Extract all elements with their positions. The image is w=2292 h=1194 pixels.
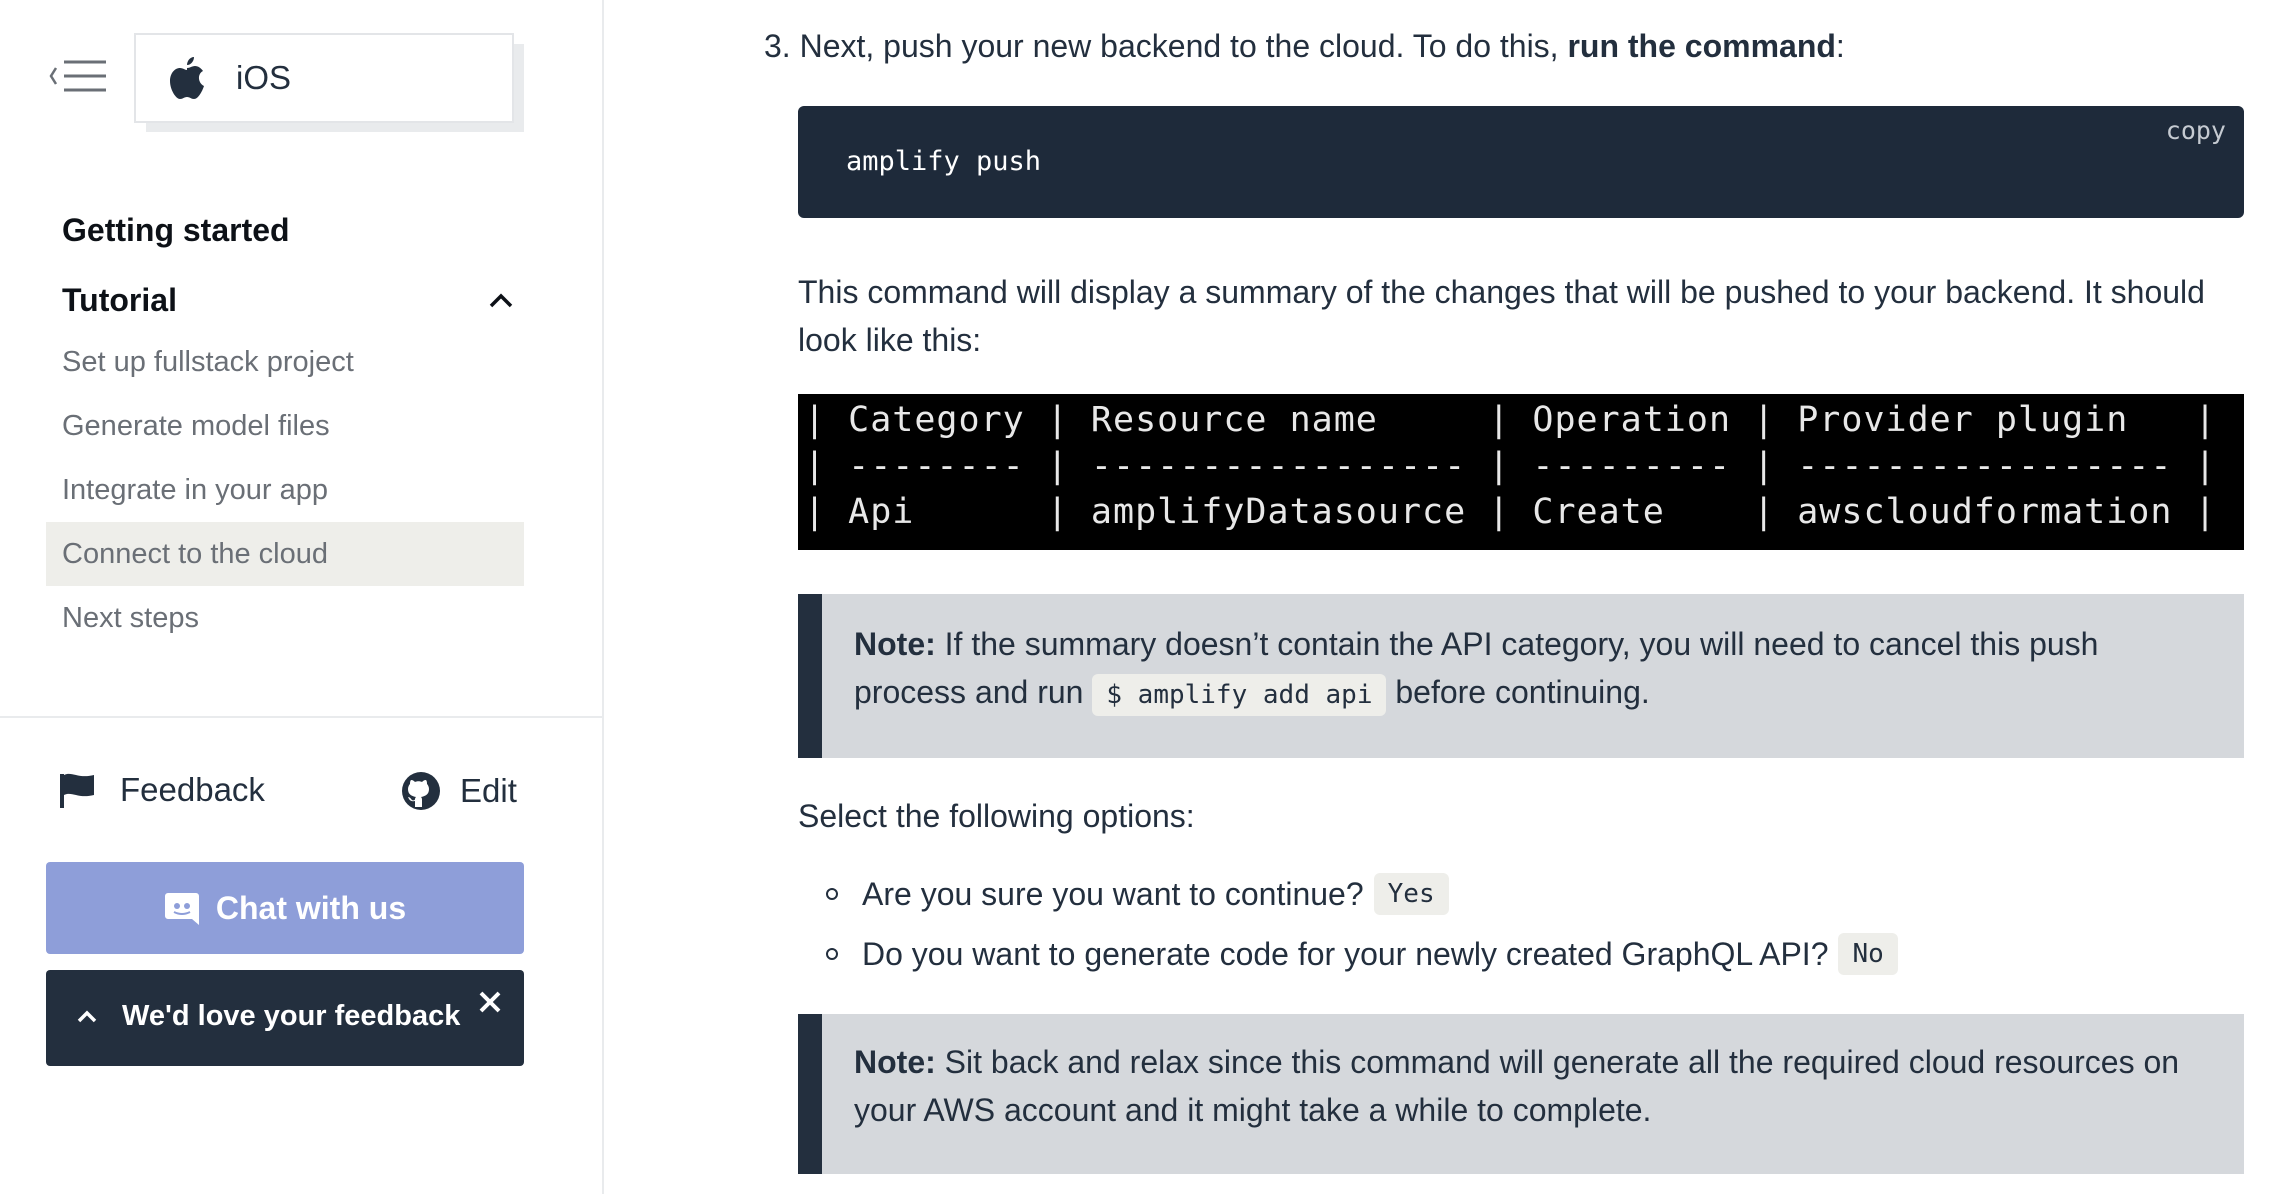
- platform-label: iOS: [236, 59, 292, 96]
- feedback-label: Feedback: [120, 771, 265, 808]
- note-label: Note:: [854, 626, 936, 662]
- step-end: :: [1835, 28, 1845, 64]
- terminal-line: | Api | amplifyDatasource | Create | aws…: [804, 492, 2217, 532]
- option-code: Yes: [1373, 873, 1449, 915]
- edit-link[interactable]: Edit: [400, 770, 517, 812]
- feedback-banner-text: We'd love your feedback: [122, 1000, 461, 1032]
- note-text: before continuing.: [1386, 674, 1650, 710]
- copy-button[interactable]: copy: [2166, 116, 2226, 145]
- chevron-up-icon[interactable]: [484, 284, 518, 318]
- sidebar-item-next-steps[interactable]: Next steps: [46, 586, 524, 650]
- edit-label: Edit: [460, 772, 517, 809]
- option-code: No: [1838, 933, 1898, 975]
- step-text: Next, push your new backend to the cloud…: [799, 28, 1568, 64]
- list-item: Are you sure you want to continue? Yes: [798, 864, 1898, 924]
- note-text: Sit back and relax since this command wi…: [854, 1044, 2180, 1128]
- nav-tutorial[interactable]: Tutorial: [62, 282, 177, 319]
- list-item: Do you want to generate code for your ne…: [798, 924, 1898, 984]
- chat-label: Chat with us: [215, 889, 407, 926]
- step-bold: run the command: [1567, 28, 1836, 64]
- terminal-output: | Category | Resource name | Operation |…: [798, 394, 2244, 550]
- feedback-link[interactable]: Feedback: [58, 770, 265, 810]
- sidebar-item-connect[interactable]: Connect to the cloud: [46, 522, 524, 586]
- terminal-line: | Category | Resource name | Operation |…: [804, 400, 2217, 440]
- nav-getting-started[interactable]: Getting started: [62, 212, 290, 249]
- terminal-line: | -------- | ----------------- | -------…: [804, 446, 2217, 486]
- sidebar-item-generate[interactable]: Generate model files: [46, 394, 524, 458]
- apple-icon: [170, 57, 204, 99]
- menu-collapse-icon[interactable]: [48, 56, 108, 96]
- step-3: 3. Next, push your new backend to the cl…: [764, 28, 1845, 65]
- github-icon: [402, 772, 440, 810]
- platform-select[interactable]: iOS: [134, 33, 514, 123]
- note-api-category: Note: If the summary doesn’t contain the…: [798, 594, 2244, 758]
- note-relax: Note: Sit back and relax since this comm…: [798, 1014, 2244, 1174]
- sidebar-item-integrate[interactable]: Integrate in your app: [46, 458, 524, 522]
- note-label: Note:: [854, 1044, 936, 1080]
- chat-with-us-button[interactable]: Chat with us: [46, 862, 524, 954]
- sidebar-item-setup[interactable]: Set up fullstack project: [46, 330, 524, 394]
- bullet-icon: [826, 948, 838, 960]
- discord-icon: [164, 893, 199, 925]
- caret-up-icon[interactable]: [72, 1002, 102, 1032]
- inline-code: $ amplify add api: [1092, 674, 1387, 716]
- option-text: Do you want to generate code for your ne…: [862, 935, 1829, 972]
- bullet-icon: [826, 888, 838, 900]
- code-text[interactable]: amplify push: [846, 146, 1041, 177]
- sidebar-divider: [0, 716, 602, 718]
- feedback-banner: We'd love your feedback: [46, 970, 524, 1066]
- option-text: Are you sure you want to continue?: [862, 875, 1364, 912]
- summary-paragraph: This command will display a summary of t…: [798, 274, 2205, 358]
- code-block: amplify push copy: [798, 106, 2244, 218]
- options-list: Are you sure you want to continue? Yes D…: [798, 864, 1898, 984]
- flag-icon: [60, 773, 94, 808]
- sidebar: iOS Getting started Tutorial Set up full…: [0, 0, 604, 1194]
- close-icon[interactable]: [476, 988, 504, 1016]
- select-options-text: Select the following options:: [798, 798, 1195, 834]
- step-number: 3.: [764, 28, 791, 64]
